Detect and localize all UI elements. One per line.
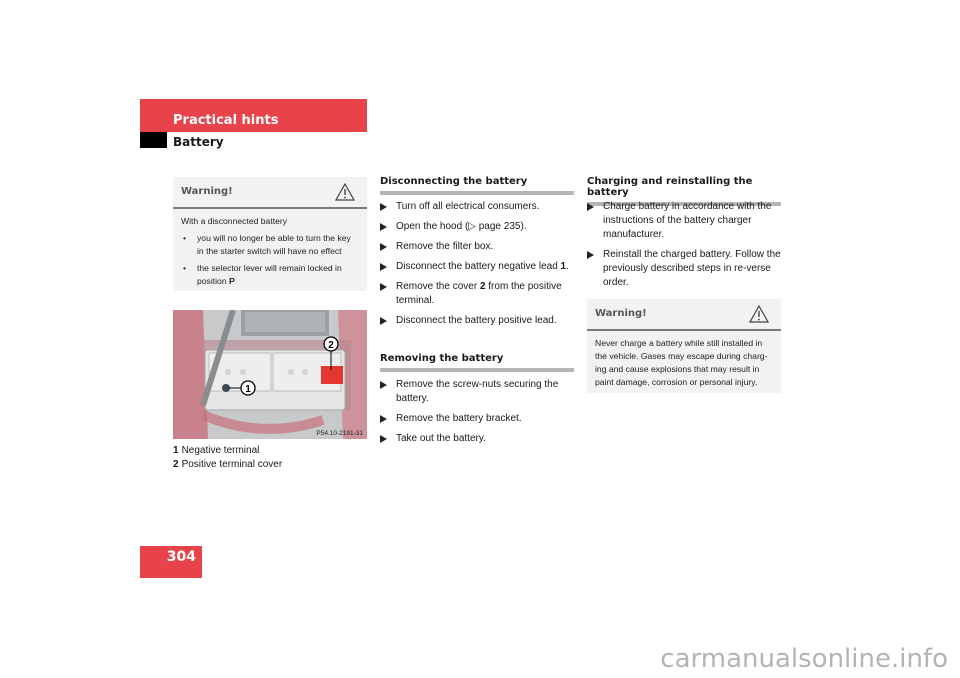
step-item: Remove the filter box.: [380, 240, 574, 254]
warning-body: Never charge a battery while still insta…: [595, 338, 768, 387]
warning-title: Warning!: [181, 186, 233, 197]
battery-illustration: 1 2 P54.10-2191-31: [173, 310, 367, 439]
step-item: Disconnect the battery positive lead.: [380, 314, 574, 328]
warning-bullet-list: you will no longer be able to turn the k…: [181, 232, 359, 288]
warning-box: Warning! Never charge a battery while st…: [587, 299, 781, 393]
step-item: Take out the battery.: [380, 432, 574, 446]
step-item: Turn off all electrical consumers.: [380, 200, 574, 214]
disconnecting-heading: Disconnecting the battery: [380, 176, 574, 195]
arrow-icon: [587, 251, 594, 259]
callout-2-label: 2: [328, 340, 334, 351]
arrow-icon: [380, 415, 387, 423]
callout-1-label: 1: [245, 384, 251, 395]
battery-drawing: 1 2 P54.10-2191-31: [173, 310, 367, 439]
negative-terminal: [222, 384, 230, 392]
arrow-icon: [380, 243, 387, 251]
legend-item: 1 Negative terminal: [173, 445, 260, 456]
subsection-title: Battery: [173, 135, 224, 149]
step-item: Remove the cover 2 from the positive ter…: [380, 280, 574, 308]
arrow-icon: [380, 223, 387, 231]
section-title: Practical hints: [173, 113, 279, 128]
removing-heading: Removing the battery: [380, 353, 574, 372]
page-number: 304: [166, 549, 196, 565]
step-item: Remove the battery bracket.: [380, 412, 574, 426]
warning-bullet: the selector lever will remain locked in…: [181, 262, 359, 288]
charging-steps: Charge battery in accordance with the in…: [587, 200, 781, 296]
arrow-icon: [587, 203, 594, 211]
removing-steps: Remove the screw-nuts securing the batte…: [380, 378, 574, 452]
legend-item: 2 Positive terminal cover: [173, 459, 283, 470]
watermark: carmanualsonline.info: [660, 644, 948, 674]
step-item: Open the hood (▷ page 235).: [380, 220, 574, 234]
warning-intro: With a disconnected battery: [181, 216, 288, 226]
step-item: Disconnect the battery negative lead 1.: [380, 260, 574, 274]
warning-title: Warning!: [595, 308, 647, 319]
page-number-box: 304: [140, 546, 202, 578]
step-item: Charge battery in accordance with the in…: [587, 200, 781, 242]
arrow-icon: [380, 435, 387, 443]
warning-header: Warning!: [587, 299, 781, 331]
warning-body: With a disconnected battery you will no …: [173, 209, 367, 298]
step-item: Remove the screw-nuts securing the batte…: [380, 378, 574, 406]
disconnecting-steps: Turn off all electrical consumers. Open …: [380, 200, 574, 334]
arrow-icon: [380, 263, 387, 271]
warning-header: Warning!: [173, 177, 367, 209]
warning-triangle-icon: [335, 183, 355, 201]
warning-bullet: you will no longer be able to turn the k…: [181, 232, 359, 258]
figure-legend: 1 Negative terminal 2 Positive terminal co…: [173, 444, 282, 472]
subsection-marker: [140, 132, 167, 148]
warning-box: Warning! With a disconnected battery you…: [173, 177, 367, 291]
figure-code: P54.10-2191-31: [316, 430, 363, 437]
warning-triangle-icon: [749, 305, 769, 323]
step-item: Reinstall the charged battery. Follow th…: [587, 248, 781, 290]
arrow-icon: [380, 317, 387, 325]
arrow-icon: [380, 381, 387, 389]
positive-terminal-cover: [321, 366, 343, 384]
arrow-icon: [380, 283, 387, 291]
arrow-icon: [380, 203, 387, 211]
